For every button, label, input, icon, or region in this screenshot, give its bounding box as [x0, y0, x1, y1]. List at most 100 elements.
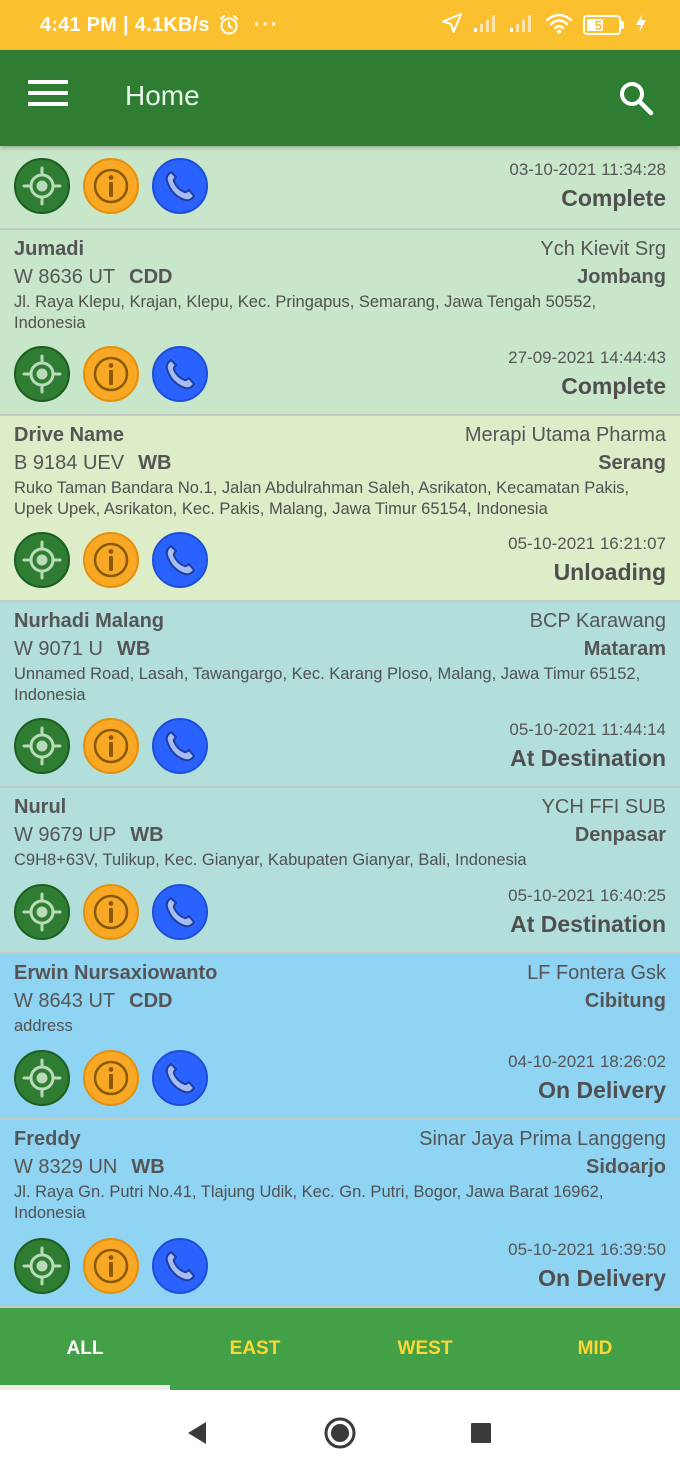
status-bar-left: 4:41 PM | 4.1KB/s ···: [40, 0, 280, 50]
vehicle-info: B 9184 UEV WB: [14, 452, 171, 475]
delivery-address: C9H8+63V, Tulikup, Kec. Gianyar, Kabupat…: [14, 851, 527, 869]
destination-city: Mataram: [583, 638, 666, 660]
back-triangle-icon[interactable]: [180, 1416, 214, 1450]
order-card[interactable]: Drive Name Merapi Utama Pharma B 9184 UEV W…: [0, 416, 680, 602]
order-card[interactable]: 03-10-2021 11:34:28 Complete: [0, 146, 680, 230]
order-card[interactable]: Jumadi Ych Kievit Srg W 8636 UT CDD Jombang J…: [0, 230, 680, 416]
phone-icon[interactable]: [152, 1050, 208, 1106]
delivery-address: Jl. Raya Gn. Putri No.41, Tlajung Udik, …: [14, 1183, 604, 1222]
battery-level: 52: [594, 17, 610, 33]
gps-target-icon[interactable]: [14, 158, 70, 214]
vehicle-info: W 9679 UP WB: [14, 824, 164, 847]
order-row-vehicle: W 8636 UT CDD Jombang: [14, 266, 666, 292]
driver-name: Jumadi: [14, 238, 85, 260]
order-row-vehicle: W 9679 UP WB Denpasar: [14, 824, 666, 850]
home-circle-icon[interactable]: [323, 1416, 357, 1450]
order-card[interactable]: Nurul YCH FFI SUB W 9679 UP WB Denpasar C9H8+…: [0, 788, 680, 954]
order-timestamp: 05-10-2021 16:39:50: [508, 1240, 666, 1259]
delivery-address: Ruko Taman Bandara No.1, Jalan Abdulrahm…: [14, 479, 630, 518]
phone-icon[interactable]: [152, 884, 208, 940]
vehicle-info: W 8636 UT CDD: [14, 266, 173, 289]
info-icon[interactable]: [83, 884, 139, 940]
phone-icon[interactable]: [152, 158, 208, 214]
phone-icon[interactable]: [152, 1238, 208, 1294]
info-icon[interactable]: [83, 346, 139, 402]
status-separator: |: [123, 13, 129, 36]
status-bar: 4:41 PM | 4.1KB/s ··· 52: [0, 0, 680, 50]
clock: 4:41 PM: [40, 13, 117, 36]
order-card[interactable]: Erwin Nursaxiowanto LF Fontera Gsk W 8643 …: [0, 954, 680, 1120]
tab-mid[interactable]: MID: [510, 1308, 680, 1390]
plate-number: W 9679 UP: [14, 824, 117, 846]
tab-all[interactable]: ALL: [0, 1308, 170, 1390]
order-list[interactable]: 03-10-2021 11:34:28 Complete Jumadi Ych Kie…: [0, 146, 680, 1308]
phone-icon[interactable]: [152, 346, 208, 402]
order-row-primary: Nurul YCH FFI SUB: [14, 796, 666, 822]
destination-city: Sidoarjo: [585, 1156, 666, 1178]
info-icon[interactable]: [83, 718, 139, 774]
order-timestamp: 05-10-2021 11:44:14: [509, 720, 666, 739]
customer-name: Merapi Utama Pharma: [464, 424, 666, 446]
status-badge: At Destination: [510, 745, 666, 771]
status-badge: Complete: [561, 373, 666, 399]
phone-icon[interactable]: [152, 718, 208, 774]
tab-east[interactable]: EAST: [170, 1308, 340, 1390]
signal-2-icon: [509, 13, 535, 38]
order-row-primary: Jumadi Ych Kievit Srg: [14, 238, 666, 264]
vehicle-info: W 8643 UT CDD: [14, 990, 173, 1013]
gps-target-icon[interactable]: [14, 884, 70, 940]
info-icon[interactable]: [83, 1050, 139, 1106]
plate-number: W 8636 UT: [14, 266, 116, 288]
gps-target-icon[interactable]: [14, 1238, 70, 1294]
gps-target-icon[interactable]: [14, 346, 70, 402]
system-nav-bar: [0, 1390, 680, 1473]
order-timestamp: 05-10-2021 16:40:25: [508, 886, 666, 905]
info-icon[interactable]: [83, 1238, 139, 1294]
plate-number: W 8643 UT: [14, 990, 116, 1012]
gps-target-icon[interactable]: [14, 718, 70, 774]
driver-name: Freddy: [14, 1128, 81, 1150]
vehicle-info: W 9071 U WB: [14, 638, 150, 661]
order-card[interactable]: Nurhadi Malang BCP Karawang W 9071 U WB Mata…: [0, 602, 680, 788]
delivery-address: Jl. Raya Klepu, Krajan, Klepu, Kec. Prin…: [14, 293, 597, 332]
destination-city: Denpasar: [574, 824, 666, 846]
plate-number: W 9071 U: [14, 638, 103, 660]
info-icon[interactable]: [83, 532, 139, 588]
order-row-primary: Drive Name Merapi Utama Pharma: [14, 424, 666, 450]
status-badge: Complete: [561, 185, 666, 211]
destination-city: Serang: [598, 452, 666, 474]
order-row-primary: Nurhadi Malang BCP Karawang: [14, 610, 666, 636]
signal-icon: [473, 13, 499, 38]
hamburger-menu-icon[interactable]: [28, 80, 68, 116]
destination-city: Cibitung: [584, 990, 666, 1012]
driver-name: Drive Name: [14, 424, 125, 446]
phone-icon[interactable]: [152, 532, 208, 588]
charging-bolt-icon: [634, 12, 648, 39]
app-bar: Home: [0, 50, 680, 146]
status-badge: Unloading: [553, 559, 666, 585]
delivery-address: Unnamed Road, Lasah, Tawangargo, Kec. Ka…: [14, 665, 641, 704]
vehicle-type: CDD: [129, 266, 173, 288]
search-icon[interactable]: [616, 78, 656, 118]
vehicle-info: W 8329 UN WB: [14, 1156, 165, 1179]
gps-target-icon[interactable]: [14, 1050, 70, 1106]
customer-name: Sinar Jaya Prima Langgeng: [419, 1128, 666, 1150]
order-timestamp: 05-10-2021 16:21:07: [508, 534, 666, 553]
alarm-icon: [218, 14, 240, 36]
order-card[interactable]: Freddy Sinar Jaya Prima Langgeng W 8329 UN…: [0, 1120, 680, 1308]
recents-square-icon[interactable]: [464, 1416, 498, 1450]
destination-city: Jombang: [577, 266, 666, 288]
gps-target-icon[interactable]: [14, 532, 70, 588]
status-bar-right: 52: [441, 0, 648, 50]
driver-name: Nurul: [14, 796, 67, 818]
page-title: Home: [125, 80, 200, 111]
status-badge: On Delivery: [538, 1265, 666, 1291]
order-timestamp: 04-10-2021 18:26:02: [508, 1052, 666, 1071]
region-tab-bar: ALL EAST WEST MID: [0, 1308, 680, 1390]
info-icon[interactable]: [83, 158, 139, 214]
driver-name: Nurhadi Malang: [14, 610, 165, 632]
order-row-vehicle: B 9184 UEV WB Serang: [14, 452, 666, 478]
tab-west[interactable]: WEST: [340, 1308, 510, 1390]
order-row-primary: Freddy Sinar Jaya Prima Langgeng: [14, 1128, 666, 1154]
vehicle-type: WB: [138, 452, 172, 474]
